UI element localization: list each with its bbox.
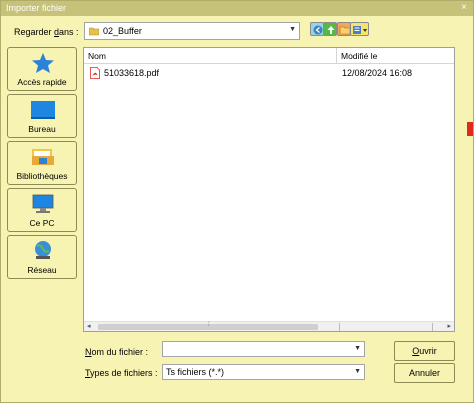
window-title: Importer fichier [6, 3, 67, 13]
file-type-value: Ts fichiers (*.*) [166, 367, 225, 377]
new-folder-button[interactable] [337, 22, 351, 36]
chevron-down-icon: ▼ [289, 26, 296, 33]
place-label: Réseau [27, 265, 57, 275]
grip-icon: ⁞ [208, 322, 210, 328]
column-header-modified[interactable]: Modifié le [337, 48, 454, 64]
file-name-input[interactable]: ▼ [162, 341, 365, 357]
network-icon [35, 241, 51, 259]
scrollbar-divider [339, 323, 340, 331]
scrollbar-divider [432, 323, 433, 331]
file-row[interactable]: 51033618.pdf 12/08/2024 16:08 [84, 66, 454, 80]
library-icon [32, 149, 54, 165]
open-button[interactable]: Ouvrir [394, 341, 455, 361]
up-folder-button[interactable] [323, 22, 337, 36]
folder-icon [89, 27, 99, 36]
file-modified: 12/08/2024 16:08 [342, 68, 413, 78]
horizontal-scrollbar[interactable]: ◂ ⁞ ▸ [84, 321, 454, 331]
column-header-name[interactable]: Nom [84, 48, 337, 64]
pdf-icon [90, 67, 100, 79]
file-type-dropdown[interactable]: Ts fichiers (*.*) ▼ [162, 364, 365, 380]
place-libraries[interactable]: Bibliothèques [7, 141, 77, 185]
chevron-down-icon: ▼ [354, 368, 361, 375]
place-this-pc[interactable]: Ce PC [7, 188, 77, 232]
file-list[interactable]: Nom Modifié le 51033618.pdf 12/08/2024 1… [83, 47, 455, 332]
background-window-edge [467, 122, 473, 136]
cancel-button[interactable]: Annuler [394, 363, 455, 383]
view-menu-icon [353, 26, 367, 34]
chevron-down-icon[interactable]: ▼ [354, 345, 361, 352]
close-button[interactable]: × [458, 2, 470, 14]
scroll-right-icon[interactable]: ▸ [447, 322, 451, 330]
title-bar[interactable]: Importer fichier × [1, 1, 473, 16]
computer-icon [32, 194, 54, 213]
look-in-value: 02_Buffer [103, 26, 142, 36]
places-bar: Accès rapide Bureau Bibliothèques Ce PC … [5, 46, 78, 284]
file-type-label: Types de fichiers : [85, 368, 158, 378]
place-quick-access[interactable]: Accès rapide [7, 47, 77, 91]
place-label: Bibliothèques [16, 171, 68, 181]
up-folder-icon [327, 26, 335, 34]
import-file-dialog: Importer fichier × Regarder dans : 02_Bu… [0, 0, 474, 403]
file-name-label: Nom du fichier : [85, 347, 149, 357]
place-label: Ce PC [29, 218, 55, 228]
place-network[interactable]: Réseau [7, 235, 77, 279]
place-label: Bureau [28, 124, 56, 134]
scrollbar-thumb[interactable]: ⁞ [98, 322, 318, 330]
scroll-left-icon[interactable]: ◂ [87, 322, 91, 330]
file-name: 51033618.pdf [104, 68, 160, 78]
back-button[interactable] [310, 22, 324, 36]
desktop-icon [31, 101, 55, 119]
star-icon [32, 53, 54, 73]
look-in-dropdown[interactable]: 02_Buffer ▼ [84, 22, 300, 40]
view-menu-button[interactable] [350, 22, 369, 36]
place-desktop[interactable]: Bureau [7, 94, 77, 138]
look-in-label: Regarder dans : [14, 27, 79, 37]
place-label: Accès rapide [17, 77, 67, 87]
